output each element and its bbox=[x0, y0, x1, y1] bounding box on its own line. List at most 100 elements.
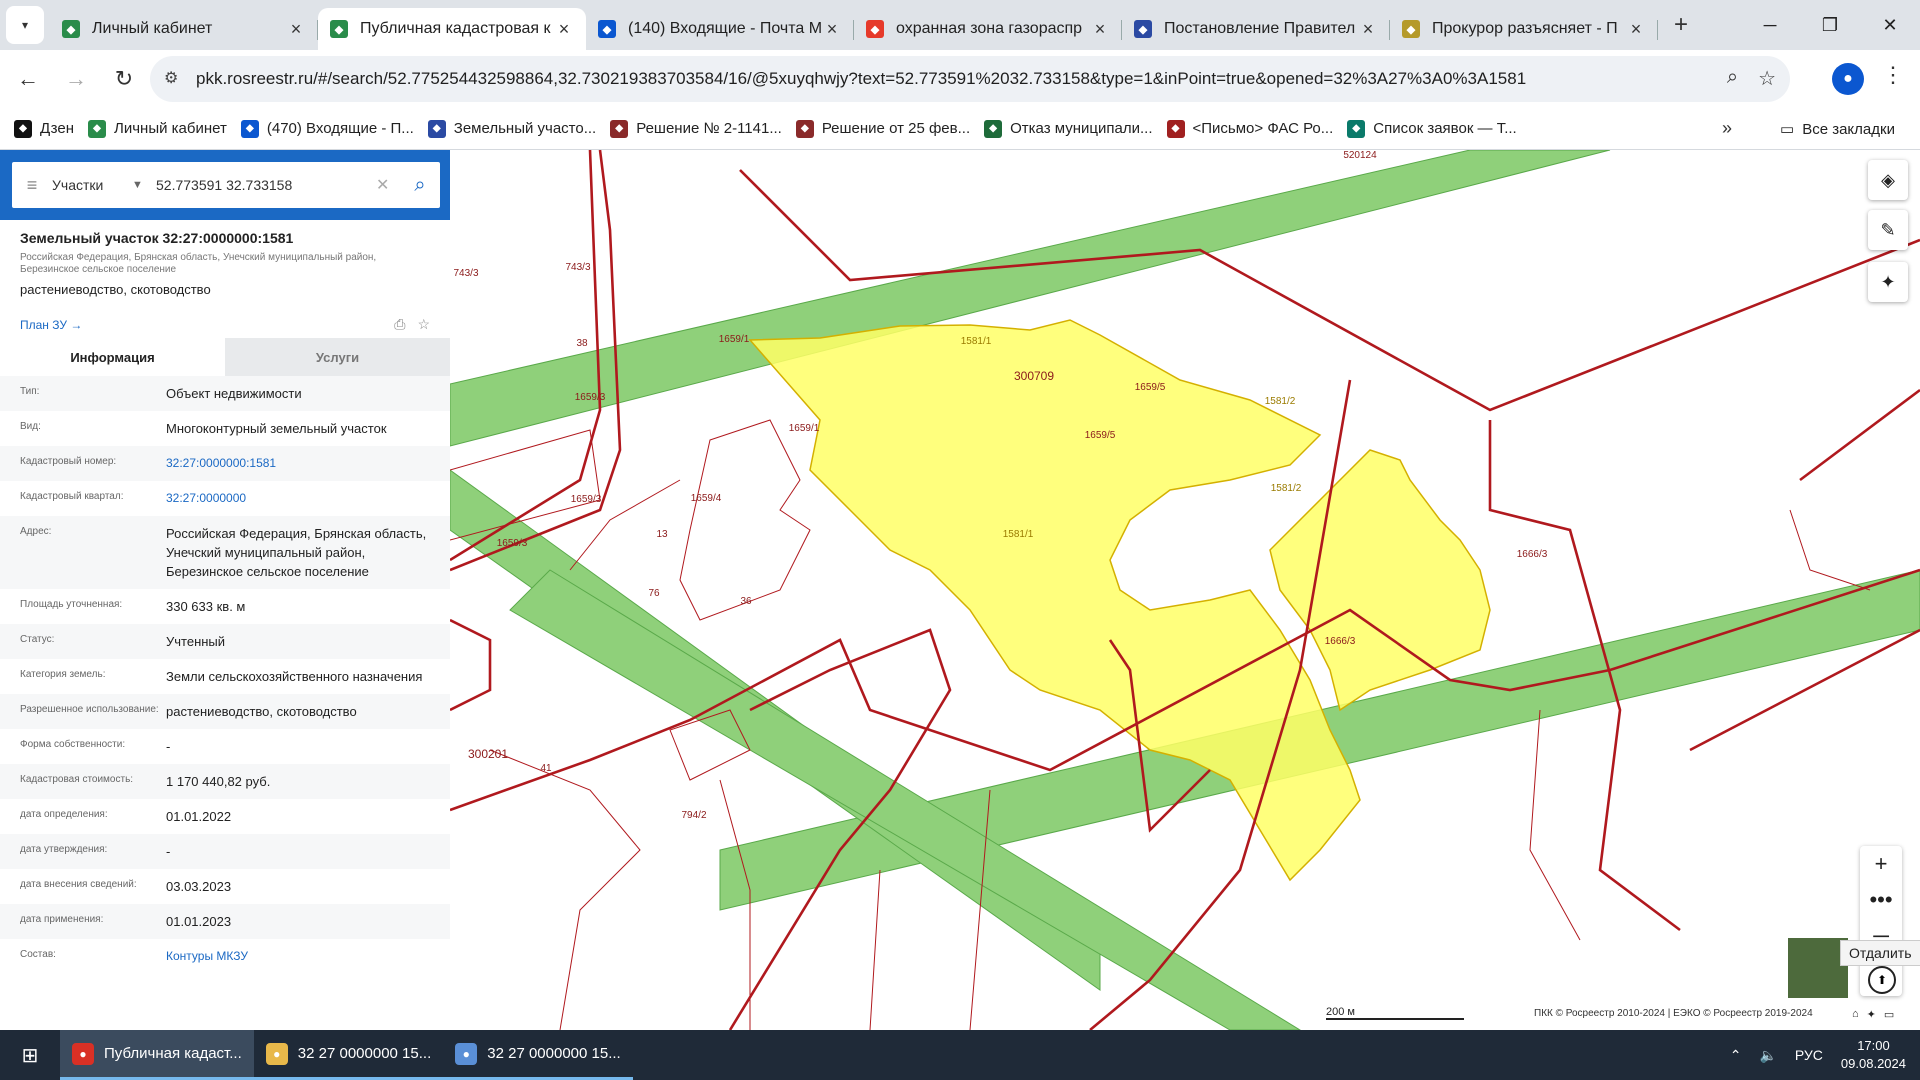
chevron-down-icon[interactable]: ▼ bbox=[132, 179, 156, 191]
close-tab-icon[interactable]: × bbox=[1090, 19, 1110, 40]
search-icon[interactable]: ⌕ bbox=[400, 174, 440, 197]
attribute-value[interactable]: 32:27:0000000:1581 bbox=[166, 454, 450, 473]
bookmark-item[interactable]: ◆ Решение № 2-1141... bbox=[610, 119, 782, 138]
bookmark-item[interactable]: ◆ Земельный участо... bbox=[427, 119, 596, 138]
taskbar-app[interactable]: ● 32 27 0000000 15... bbox=[253, 1030, 444, 1080]
screen-icon[interactable]: ▭ bbox=[1884, 1008, 1894, 1021]
bookmarks-container: ◆ Дзен ◆ Личный кабинет ◆ (470) Входящие -… bbox=[0, 119, 1517, 138]
map-label-parcel: 794/2 bbox=[681, 810, 706, 821]
back-button[interactable]: ← bbox=[8, 59, 48, 99]
bookmark-favicon: ◆ bbox=[1166, 119, 1185, 138]
maximize-button[interactable]: ❐ bbox=[1800, 0, 1860, 50]
bookmark-item[interactable]: ◆ Дзен bbox=[14, 119, 74, 138]
menu-icon[interactable]: ≡ bbox=[12, 175, 52, 196]
attribute-row: Кадастровый квартал: 32:27:0000000 bbox=[0, 481, 450, 516]
map-label-parcel: 76 bbox=[648, 588, 660, 599]
panel-tabs: Информация Услуги bbox=[0, 338, 450, 376]
site-info-icon[interactable]: ⚙ bbox=[164, 68, 178, 88]
bookmark-item[interactable]: ◆ <Письмо> ФАС Ро... bbox=[1166, 119, 1333, 138]
close-tab-icon[interactable]: × bbox=[286, 19, 306, 40]
browser-tab[interactable]: ◆ охранная зона газораспр × bbox=[854, 8, 1122, 50]
plan-link[interactable]: План ЗУ → bbox=[20, 318, 82, 332]
rosreestr-icon: ◆ bbox=[330, 20, 348, 38]
compass-icon[interactable]: ⬆ bbox=[1868, 966, 1896, 994]
info-panel: ≡ Участки ▼ 52.773591 32.733158 ✕ ⌕ Земе… bbox=[0, 150, 450, 1030]
search-box: ≡ Участки ▼ 52.773591 32.733158 ✕ ⌕ bbox=[12, 162, 440, 208]
bookmark-favicon: ◆ bbox=[14, 119, 32, 138]
attribute-key: Кадастровая стоимость: bbox=[20, 774, 134, 785]
tabs-container: ◆ Личный кабинет × ◆ Публичная кадастров… bbox=[50, 0, 1658, 50]
browser-tab[interactable]: ◆ Личный кабинет × bbox=[50, 8, 318, 50]
ruler-button[interactable]: ✎ bbox=[1868, 210, 1908, 250]
crosshair-icon[interactable]: ✦ bbox=[1867, 1008, 1876, 1021]
map-canvas[interactable]: 520124 743/3 743/3 38 1659/1 1581/1 300709 1659… bbox=[450, 150, 1920, 1030]
attribute-key: дата утверждения: bbox=[20, 844, 108, 855]
browser-tab[interactable]: ◆ (140) Входящие - Почта М × bbox=[586, 8, 854, 50]
tab-services[interactable]: Услуги bbox=[225, 338, 450, 376]
close-tab-icon[interactable]: × bbox=[554, 19, 574, 40]
bookmark-label: Решение № 2-1141... bbox=[636, 120, 782, 137]
bookmark-favicon: ◆ bbox=[240, 119, 259, 138]
bookmark-star-icon[interactable]: ☆ bbox=[1758, 66, 1776, 91]
map-label-parcel: 36 bbox=[740, 596, 752, 607]
bookmark-item[interactable]: ◆ Личный кабинет bbox=[88, 119, 227, 138]
folder-icon: ● bbox=[265, 1042, 288, 1065]
locate-button[interactable]: ✦ bbox=[1868, 262, 1908, 302]
url-text: pkk.rosreestr.ru/#/search/52.77525443259… bbox=[196, 69, 1527, 88]
close-tab-icon[interactable]: × bbox=[1626, 19, 1646, 40]
attribute-value[interactable]: Контуры МКЗУ bbox=[166, 947, 450, 966]
attribute-value: Российская Федерация, Брянская область, … bbox=[166, 526, 427, 579]
close-tab-icon[interactable]: × bbox=[822, 19, 842, 40]
print-icon[interactable]: ⎙ bbox=[394, 316, 405, 333]
all-bookmarks-button[interactable]: ▭ Все закладки bbox=[1780, 120, 1895, 139]
zoom-in-button[interactable]: + bbox=[1860, 846, 1902, 882]
search-input[interactable]: 52.773591 32.733158 bbox=[156, 177, 376, 193]
chevron-up-icon[interactable]: ⌃ bbox=[1730, 1047, 1742, 1064]
zoom-icon[interactable]: ⌕ bbox=[1727, 66, 1738, 91]
taskbar-app[interactable]: ● 32 27 0000000 15... bbox=[443, 1030, 633, 1080]
bookmark-item[interactable]: ◆ (470) Входящие - П... bbox=[240, 119, 414, 138]
bookmark-favicon: ◆ bbox=[610, 119, 629, 138]
minimize-button[interactable]: ─ bbox=[1740, 0, 1800, 50]
bookmark-item[interactable]: ◆ Список заявок — Т... bbox=[1347, 119, 1517, 138]
reload-button[interactable]: ↻ bbox=[104, 59, 144, 99]
close-window-button[interactable]: ✕ bbox=[1860, 0, 1920, 50]
search-category[interactable]: Участки bbox=[52, 177, 132, 193]
tab-title: (140) Входящие - Почта М bbox=[628, 20, 822, 37]
tab-info[interactable]: Информация bbox=[0, 338, 225, 376]
bookmark-label: Личный кабинет bbox=[114, 120, 227, 137]
tab-search-button[interactable]: ▾ bbox=[6, 6, 44, 44]
forward-button[interactable]: → bbox=[56, 59, 96, 99]
attribute-row: Состав: Контуры МКЗУ bbox=[0, 939, 450, 974]
object-use: растениеводство, скотоводство bbox=[20, 282, 211, 297]
attribute-key: Категория земель: bbox=[20, 669, 106, 680]
bookmark-favicon: ◆ bbox=[984, 119, 1003, 138]
close-tab-icon[interactable]: × bbox=[1358, 19, 1378, 40]
browser-tab[interactable]: ◆ Постановление Правител × bbox=[1122, 8, 1390, 50]
attribute-key: Площадь уточненная: bbox=[20, 599, 123, 610]
keyboard-language[interactable]: РУС bbox=[1795, 1047, 1823, 1063]
scale-label: 200 м bbox=[1326, 1006, 1355, 1018]
more-icon[interactable]: ••• bbox=[1860, 882, 1902, 918]
layers-button[interactable]: ◈ bbox=[1868, 160, 1908, 200]
address-bar[interactable]: ⚙ pkk.rosreestr.ru/#/search/52.775254432… bbox=[150, 56, 1790, 102]
browser-tab[interactable]: ◆ Публичная кадастровая к × bbox=[318, 8, 586, 50]
clock[interactable]: 17:00 09.08.2024 bbox=[1841, 1037, 1906, 1073]
volume-icon[interactable]: 🔈 bbox=[1759, 1047, 1776, 1064]
bookmark-item[interactable]: ◆ Решение от 25 фев... bbox=[795, 119, 970, 138]
favorite-star-icon[interactable]: ☆ bbox=[417, 316, 430, 333]
attribute-value[interactable]: 32:27:0000000 bbox=[166, 489, 450, 508]
bookmark-item[interactable]: ◆ Отказ муниципали... bbox=[984, 119, 1153, 138]
tab-title: охранная зона газораспр bbox=[896, 20, 1083, 37]
taskbar-app[interactable]: ● Публичная кадаст... bbox=[60, 1030, 254, 1080]
windows-start-icon[interactable]: ⊞ bbox=[0, 1030, 60, 1080]
clear-icon[interactable]: ✕ bbox=[376, 175, 400, 195]
new-tab-button[interactable]: + bbox=[1664, 11, 1698, 39]
browser-tab[interactable]: ◆ Прокурор разъясняет - П × bbox=[1390, 8, 1658, 50]
tab-title: Постановление Правител bbox=[1164, 20, 1356, 37]
profile-avatar[interactable]: ● bbox=[1832, 63, 1864, 95]
more-bookmarks-button[interactable]: » bbox=[1722, 118, 1732, 139]
home-icon[interactable]: ⌂ bbox=[1852, 1008, 1859, 1021]
browser-menu-button[interactable]: ⋮ bbox=[1882, 62, 1904, 88]
map-label-parcel: 1666/3 bbox=[1517, 549, 1548, 560]
